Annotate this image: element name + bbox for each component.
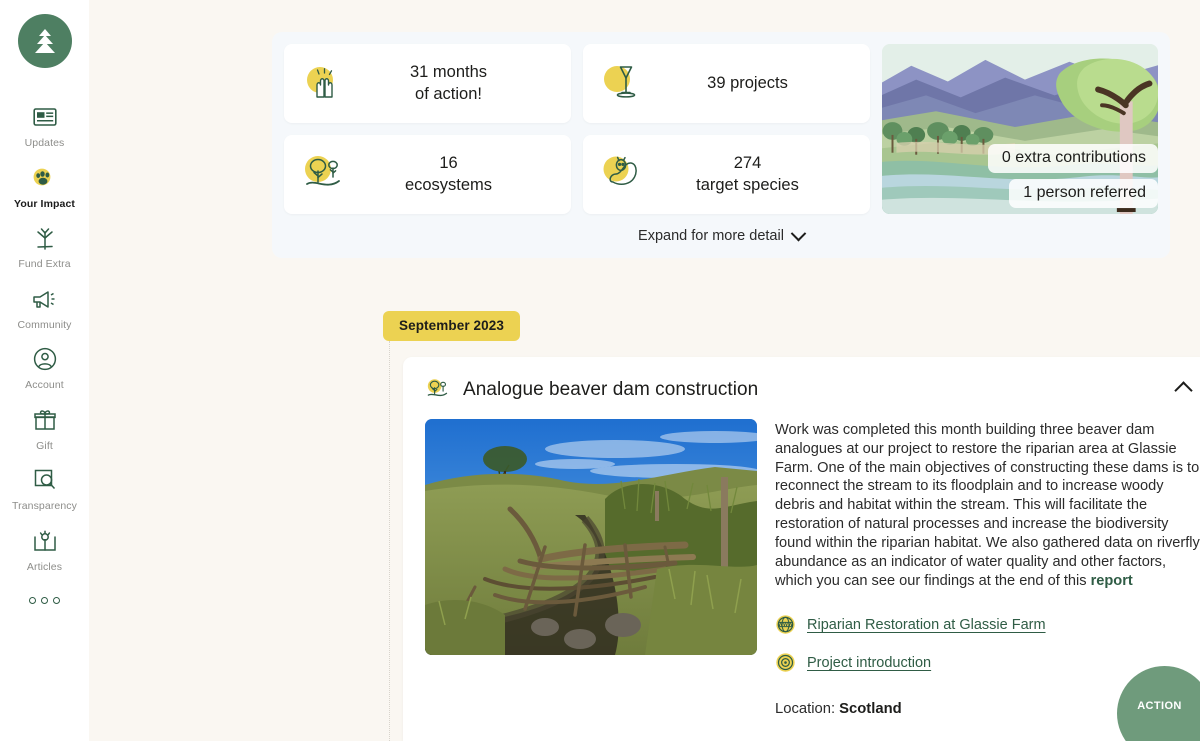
timeline-dotted-line (389, 341, 390, 741)
stat-line-2: of action! (415, 84, 482, 103)
stat-line-1: 39 projects (707, 73, 788, 92)
entry-header[interactable]: Analogue beaver dam construction (425, 373, 1200, 413)
month-chip[interactable]: September 2023 (383, 311, 520, 341)
dot (53, 596, 60, 604)
animal-icon (597, 149, 649, 201)
stats-grid: 31 months of action! 39 projects 16 ecos… (284, 44, 870, 214)
sidebar-more-options-icon[interactable] (29, 590, 60, 610)
sidebar-item-fund-extra[interactable]: Fund Extra (0, 215, 89, 276)
sidebar-item-your-impact[interactable]: Your Impact (0, 155, 89, 216)
sidebar-item-label: Fund Extra (18, 258, 71, 270)
badge-extra-contributions[interactable]: 0 extra contributions (987, 144, 1158, 173)
location-label: Location: (775, 701, 840, 718)
magnifier-page-icon (30, 466, 60, 494)
beaver-dam-analogue-photo[interactable] (425, 419, 757, 655)
newspaper-icon (30, 103, 60, 131)
link-label: Project introduction (807, 654, 932, 671)
riverside-landscape-illustration: 0 extra contributions 1 person referred (882, 44, 1158, 214)
entry-body-paragraph: Work was completed this month building t… (775, 421, 1200, 590)
trees-stream-icon (425, 377, 451, 403)
fab-label: ACTION (1137, 699, 1182, 712)
impact-summary-panel: 31 months of action! 39 projects 16 ecos… (272, 32, 1170, 258)
entry-body-text: Work was completed this month building t… (775, 422, 1200, 589)
stat-line-1: 16 (439, 154, 458, 173)
sidebar-item-label: Updates (24, 137, 65, 149)
entry-text-column: Work was completed this month building t… (775, 419, 1200, 717)
sapling-icon (30, 224, 60, 252)
stat-card-target-species[interactable]: 274 target species (583, 135, 870, 214)
expand-label: Expand for more detail (638, 228, 784, 244)
stat-value: 16 ecosystems (350, 153, 557, 195)
trees-stream-icon (298, 149, 350, 201)
stat-card-ecosystems[interactable]: 16 ecosystems (284, 135, 571, 214)
expand-for-more-detail-button[interactable]: Expand for more detail (284, 214, 1158, 252)
evergreen-tree-logo-icon (34, 29, 55, 53)
target-circle-icon (775, 652, 796, 673)
sidebar-item-transparency[interactable]: Transparency (0, 457, 89, 518)
user-circle-icon (30, 345, 60, 373)
paw-print-icon (30, 164, 60, 192)
dot (41, 596, 48, 604)
stat-card-months-of-action[interactable]: 31 months of action! (284, 44, 571, 123)
stat-value: 39 projects (649, 73, 856, 94)
sidebar-item-articles[interactable]: Articles (0, 518, 89, 579)
sidebar-item-gift[interactable]: Gift (0, 397, 89, 458)
chevron-down-icon (790, 225, 807, 241)
entry-link-project-introduction[interactable]: Project introduction (775, 652, 1200, 673)
brand-logo[interactable] (17, 14, 72, 68)
timeline-entry-card: Analogue beaver dam construction Work wa… (403, 357, 1200, 741)
entry-title: Analogue beaver dam construction (463, 379, 759, 400)
badge-person-referred[interactable]: 1 person referred (1009, 179, 1158, 208)
stat-card-projects[interactable]: 39 projects (583, 44, 870, 123)
sidebar-item-account[interactable]: Account (0, 336, 89, 397)
stat-value: 274 target species (649, 153, 856, 195)
stat-line-1: 274 (733, 154, 762, 173)
open-book-idea-icon (30, 527, 60, 555)
link-label: Riparian Restoration at Glassie Farm (807, 616, 1046, 633)
report-link[interactable]: report (1091, 573, 1133, 589)
clapping-hands-icon (298, 58, 350, 110)
sidebar-item-label: Articles (26, 560, 63, 573)
svg-text:WWW: WWW (778, 622, 793, 628)
sidebar-item-label: Your Impact (14, 197, 75, 210)
sidebar-item-label: Gift (36, 439, 53, 452)
location-value: Scotland (839, 701, 902, 718)
sidebar: Updates Your Impact Fund Extra Community… (0, 0, 89, 741)
illustration-badges: 0 extra contributions 1 person referred (987, 144, 1158, 208)
megaphone-icon (30, 285, 60, 313)
stats-line-top: 31 months of action! 39 projects (284, 44, 870, 123)
stat-line-1: 31 months (409, 63, 488, 82)
sidebar-item-label: Community (17, 318, 72, 331)
entry-body: Work was completed this month building t… (425, 413, 1200, 717)
stat-value: 31 months of action! (350, 62, 557, 104)
shovel-icon (597, 58, 649, 110)
stat-line-2: target species (696, 175, 799, 194)
chevron-up-icon[interactable] (1174, 380, 1193, 400)
sidebar-item-updates[interactable]: Updates (0, 94, 89, 155)
sidebar-item-community[interactable]: Community (0, 276, 89, 337)
dot (29, 596, 36, 604)
stat-line-2: ecosystems (404, 175, 493, 194)
main-content: 31 months of action! 39 projects 16 ecos… (89, 0, 1200, 741)
gift-icon (30, 406, 60, 434)
sidebar-item-label: Transparency (11, 500, 77, 512)
sidebar-item-label: Account (25, 379, 64, 391)
photo-art (425, 419, 757, 655)
stats-row: 31 months of action! 39 projects 16 ecos… (284, 44, 1158, 214)
www-globe-icon: WWW (775, 614, 796, 635)
entry-link-project-page[interactable]: WWW Riparian Restoration at Glassie Farm (775, 614, 1200, 635)
stats-line-bottom: 16 ecosystems 274 target species (284, 135, 870, 214)
